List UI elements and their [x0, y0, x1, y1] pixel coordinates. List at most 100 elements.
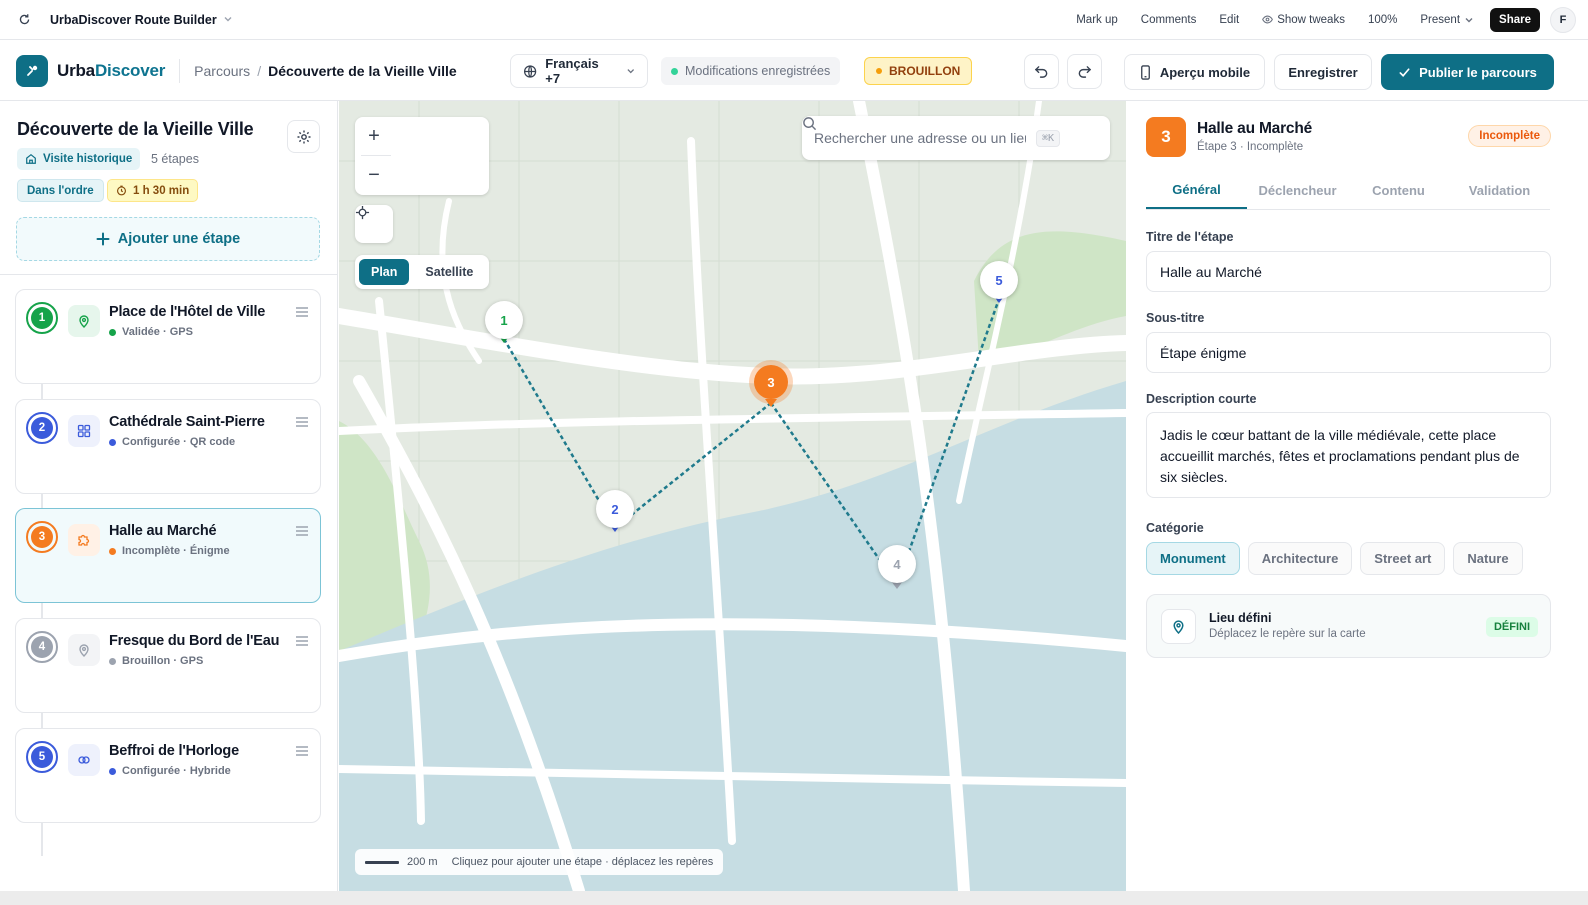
drag-handle-icon[interactable]: [295, 305, 309, 323]
crosshair-icon: [355, 205, 370, 220]
category-architecture[interactable]: Architecture: [1247, 542, 1353, 575]
tab-validation[interactable]: Validation: [1449, 172, 1550, 209]
redo-button[interactable]: [1067, 54, 1102, 89]
brand-logo-icon[interactable]: [16, 54, 48, 87]
reload-icon[interactable]: [16, 12, 32, 28]
step-name: Fresque du Bord de l'Eau: [109, 633, 280, 649]
map-pin-3-selected[interactable]: 3: [754, 365, 788, 399]
avatar[interactable]: F: [1550, 6, 1576, 33]
category-label: Catégorie: [1146, 521, 1204, 535]
step-number: 2: [31, 417, 53, 439]
step-card-4[interactable]: 4 Fresque du Bord de l'Eau Brouillon · G…: [15, 618, 321, 713]
step-number: 4: [31, 636, 53, 658]
route-settings-button[interactable]: [287, 120, 320, 153]
status-dot: [109, 547, 116, 555]
place-status-badge: DÉFINI: [1485, 617, 1538, 637]
save-label: Enregistrer: [1288, 64, 1358, 80]
publish-label: Publier le parcours: [1419, 64, 1537, 80]
locate-button[interactable]: [355, 205, 393, 243]
add-step-label: Ajouter une étape: [117, 231, 241, 247]
status-dot: [109, 438, 116, 446]
route-theme-tag: Visite historique: [17, 148, 141, 170]
category-monument[interactable]: Monument: [1146, 542, 1240, 575]
drag-handle-icon[interactable]: [295, 634, 309, 652]
order-chip[interactable]: Dans l'ordre: [17, 179, 104, 202]
step-name: Halle au Marché: [109, 523, 217, 539]
step-name: Cathédrale Saint-Pierre: [109, 414, 265, 430]
step-card-1[interactable]: 1 Place de l'Hôtel de Ville Validée · GP…: [15, 289, 321, 384]
selected-step-badge: 3: [1146, 117, 1186, 157]
status-dot: [109, 767, 116, 775]
step-card-5[interactable]: 5 Beffroi de l'Horloge Configurée · Hybr…: [15, 728, 321, 823]
step-status: Validée · GPS: [109, 326, 193, 338]
undo-icon: [1034, 66, 1048, 78]
clock-icon: [116, 185, 127, 196]
breadcrumb-root[interactable]: Parcours: [194, 63, 250, 79]
publish-button[interactable]: Publier le parcours: [1381, 54, 1554, 90]
qr-code-icon: [68, 415, 100, 447]
save-button[interactable]: Enregistrer: [1274, 54, 1372, 90]
route-map[interactable]: + − Plan Satellite ⌘K 1 2 3 4 5 200 m Cl…: [339, 101, 1126, 891]
add-step-button[interactable]: Ajouter une étape: [16, 217, 320, 261]
step-status: Brouillon · GPS: [109, 655, 203, 667]
zoom-controls: + −: [355, 117, 489, 195]
tab-general[interactable]: Général: [1146, 172, 1247, 209]
map-canvas[interactable]: [339, 101, 1126, 891]
map-type-plan[interactable]: Plan: [359, 259, 410, 285]
gear-icon: [297, 130, 310, 143]
title-field[interactable]: Halle au Marché: [1146, 251, 1551, 292]
map-pin-2[interactable]: 2: [596, 490, 634, 528]
language-selector[interactable]: Français +7: [510, 54, 648, 88]
zoom-level[interactable]: 100%: [1368, 14, 1397, 26]
step-card-3[interactable]: 3 Halle au Marché Incomplète · Énigme: [15, 508, 321, 603]
map-pin-4[interactable]: 4: [878, 545, 916, 583]
brand-name: UrbaDiscover: [57, 61, 165, 81]
zoom-out-button[interactable]: −: [355, 156, 393, 195]
drag-handle-icon[interactable]: [295, 744, 309, 762]
location-pin-icon: [1161, 609, 1196, 644]
drag-handle-icon[interactable]: [295, 524, 309, 542]
save-status-dot: [671, 67, 678, 75]
chevron-down-icon: [1465, 17, 1473, 22]
status-dot: [109, 657, 116, 665]
step-status-label: Configurée · QR code: [122, 436, 236, 448]
map-pin-1[interactable]: 1: [485, 301, 523, 339]
step-name: Beffroi de l'Horloge: [109, 743, 239, 759]
category-nature[interactable]: Nature: [1453, 542, 1523, 575]
draft-badge: BROUILLON: [864, 57, 973, 85]
undo-button[interactable]: [1024, 54, 1059, 89]
status-dot: [109, 328, 116, 336]
duration-label: 1 h 30 min: [133, 184, 190, 197]
description-field[interactable]: Jadis le cœur battant de la ville médiév…: [1146, 412, 1551, 498]
app-topbar: UrbaDiscover Route Builder Mark up Comme…: [0, 0, 1588, 40]
draft-dot: [876, 68, 882, 74]
tab-trigger[interactable]: Déclencheur: [1247, 172, 1348, 209]
app-title[interactable]: UrbaDiscover Route Builder: [50, 13, 217, 27]
drag-handle-icon[interactable]: [295, 415, 309, 433]
comments-button[interactable]: Comments: [1141, 14, 1197, 26]
show-tweaks-label: Show tweaks: [1277, 13, 1345, 26]
chevron-down-icon[interactable]: [223, 13, 233, 27]
step-name: Place de l'Hôtel de Ville: [109, 304, 266, 320]
present-button[interactable]: Present: [1420, 14, 1474, 26]
duration-chip[interactable]: 1 h 30 min: [107, 179, 199, 202]
mobile-preview-button[interactable]: Aperçu mobile: [1124, 54, 1265, 90]
steps-count: 5 étapes: [151, 152, 199, 166]
show-tweaks-button[interactable]: Show tweaks: [1262, 14, 1345, 26]
map-type-toggle: Plan Satellite: [355, 255, 489, 289]
map-search-input[interactable]: [814, 130, 1026, 146]
edit-button[interactable]: Edit: [1219, 14, 1239, 26]
map-pin-5[interactable]: 5: [980, 261, 1018, 299]
markup-button[interactable]: Mark up: [1076, 14, 1118, 26]
search-icon: [803, 117, 817, 131]
step-card-2[interactable]: 2 Cathédrale Saint-Pierre Configurée · Q…: [15, 399, 321, 494]
share-button[interactable]: Share: [1490, 7, 1540, 32]
description-field-label: Description courte: [1146, 392, 1257, 406]
subtitle-field[interactable]: Étape énigme: [1146, 332, 1551, 373]
smartphone-icon: [1140, 64, 1150, 80]
mobile-preview-label: Aperçu mobile: [1159, 64, 1251, 80]
zoom-in-button[interactable]: +: [355, 117, 393, 156]
category-street-art[interactable]: Street art: [1360, 542, 1446, 575]
map-type-satellite[interactable]: Satellite: [413, 259, 485, 285]
tab-content[interactable]: Contenu: [1348, 172, 1449, 209]
